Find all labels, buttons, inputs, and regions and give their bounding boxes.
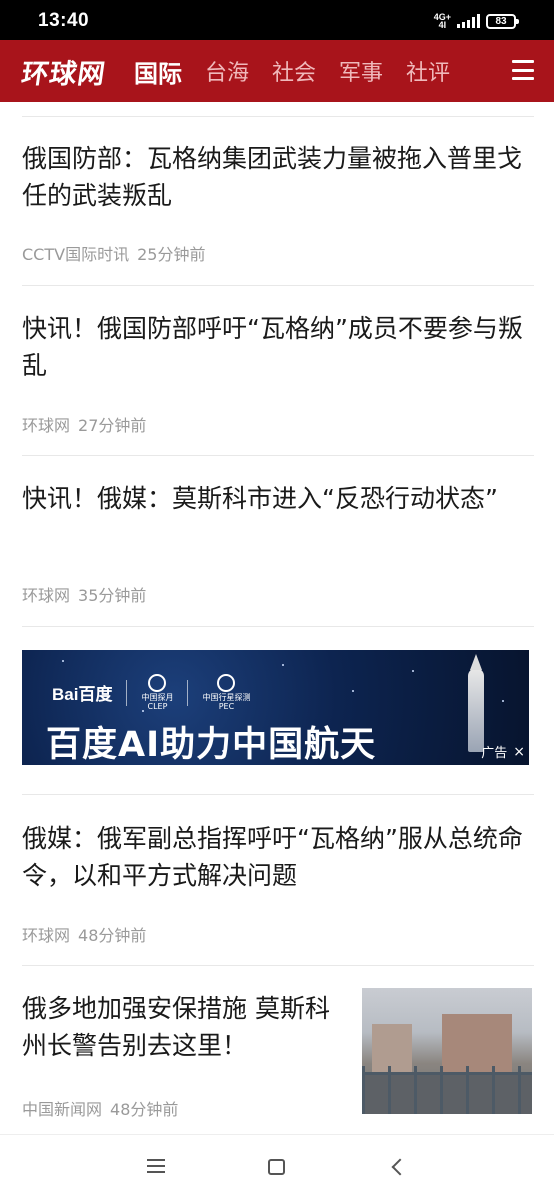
back-icon[interactable] <box>391 1158 409 1176</box>
divider <box>22 794 534 795</box>
divider <box>22 626 534 627</box>
home-icon[interactable] <box>268 1159 285 1175</box>
news-source: 环球网 <box>22 926 71 945</box>
hamburger-menu-icon[interactable] <box>512 60 534 80</box>
news-time: 27分钟前 <box>78 416 147 435</box>
tab-taiwan-strait[interactable]: 台海 <box>205 55 249 87</box>
news-source: 中国新闻网 <box>22 1100 103 1119</box>
news-title[interactable]: 俄媒：俄军副总指挥呼吁“瓦格纳”服从总统命令，以和平方式解决问题 <box>22 820 534 894</box>
news-source: CCTV国际时讯 <box>22 245 130 264</box>
status-time: 13:40 <box>38 10 90 31</box>
signal-icon <box>457 14 480 28</box>
tab-international[interactable]: 国际 <box>134 54 182 89</box>
news-meta: 中国新闻网 48分钟前 <box>22 1096 178 1120</box>
system-nav-bar <box>0 1134 554 1200</box>
ad-badge: 广告 × <box>481 742 525 762</box>
news-source: 环球网 <box>22 416 71 435</box>
news-time: 25分钟前 <box>137 245 206 264</box>
status-indicators: 4G+ 4I 83 <box>434 12 519 30</box>
news-meta: 环球网 27分钟前 <box>22 412 146 436</box>
news-source: 环球网 <box>22 586 71 605</box>
baidu-logo: Bai百度 <box>52 685 113 704</box>
divider <box>22 965 534 966</box>
divider <box>22 116 534 117</box>
divider <box>22 455 534 456</box>
ad-banner[interactable]: Bai百度 中国探月 CLEP 中国行星探测 PEC 百度AI助力中国航天 广告… <box>22 650 529 765</box>
news-time: 35分钟前 <box>78 586 147 605</box>
news-meta: 环球网 35分钟前 <box>22 582 146 606</box>
tab-editorial[interactable]: 社评 <box>406 55 450 87</box>
battery-icon: 83 <box>486 13 519 29</box>
app-header: 环球网 国际 台海 社会 军事 社评 <box>0 40 554 102</box>
news-time: 48分钟前 <box>110 1100 179 1119</box>
news-title[interactable]: 俄国防部：瓦格纳集团武装力量被拖入普里戈任的武装叛乱 <box>22 140 534 214</box>
news-meta: 环球网 48分钟前 <box>22 922 146 946</box>
news-title[interactable]: 快讯！俄国防部呼吁“瓦格纳”成员不要参与叛乱 <box>22 310 534 384</box>
news-time: 48分钟前 <box>78 926 147 945</box>
status-bar: 13:40 4G+ 4I 83 <box>0 0 554 40</box>
clep-logo: 中国探月 CLEP <box>141 674 173 711</box>
network-type-bottom: 4I <box>438 20 447 30</box>
divider <box>22 285 534 286</box>
tab-society[interactable]: 社会 <box>272 55 316 87</box>
ad-headline: 百度AI助力中国航天 <box>46 725 377 765</box>
site-logo[interactable]: 环球网 <box>19 52 108 91</box>
ad-close-icon[interactable]: × <box>513 744 525 760</box>
rocket-icon <box>468 654 484 752</box>
news-title[interactable]: 快讯！俄媒：莫斯科市进入“反恐行动状态” <box>22 480 534 517</box>
ad-label: 广告 <box>481 746 508 761</box>
pec-logo: 中国行星探测 PEC <box>202 674 250 711</box>
recent-apps-icon[interactable] <box>147 1159 165 1173</box>
channel-tabs: 国际 台海 社会 军事 社评 <box>134 54 473 89</box>
ad-logos: Bai百度 中国探月 CLEP 中国行星探测 PEC <box>52 674 250 711</box>
tab-military[interactable]: 军事 <box>339 55 383 87</box>
news-thumbnail[interactable] <box>362 988 532 1114</box>
network-type-indicator: 4G+ 4I <box>434 13 451 30</box>
news-title[interactable]: 俄多地加强安保措施 莫斯科州长警告别去这里！ <box>22 990 352 1064</box>
news-meta: CCTV国际时讯 25分钟前 <box>22 241 205 265</box>
